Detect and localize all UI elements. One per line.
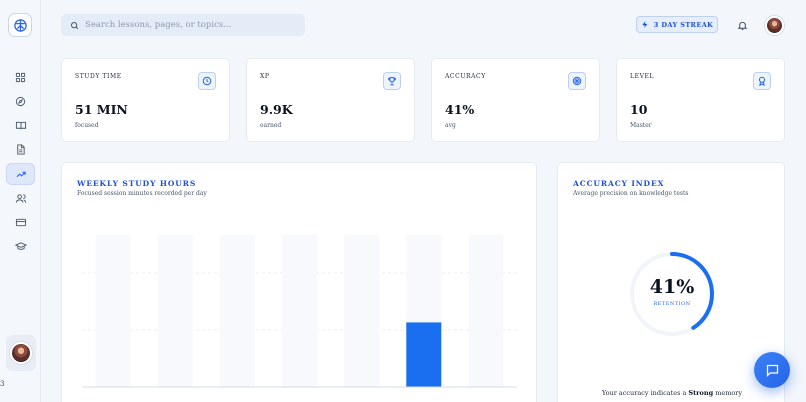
target-icon: [568, 72, 586, 90]
note-suffix: memory: [713, 389, 743, 397]
bar-track: [468, 235, 504, 387]
bar-track: [219, 235, 255, 387]
avatar: [10, 342, 32, 364]
note-prefix: Your accuracy indicates a: [601, 389, 689, 397]
sidebar-item-billing[interactable]: [6, 211, 35, 233]
stat-card-study-time: STUDY TIME 51 MIN focused: [61, 58, 230, 142]
stat-sub: avg: [445, 122, 456, 129]
sidebar-item-dashboard[interactable]: [6, 66, 35, 88]
stat-card-level: LEVEL 10 Master: [616, 58, 785, 142]
credit-card-icon: [15, 218, 26, 226]
book-icon: [15, 121, 26, 129]
ring-label: RETENTION: [653, 301, 691, 307]
clock-icon: [198, 72, 216, 90]
sidebar-item-explore[interactable]: [6, 90, 35, 112]
award-icon: [753, 72, 771, 90]
edge-glyph: 3: [0, 380, 5, 388]
sidebar-profile[interactable]: [6, 335, 36, 371]
graduation-cap-icon: [14, 241, 27, 250]
bar[interactable]: [406, 322, 442, 387]
trending-icon: [16, 171, 26, 177]
search-bar[interactable]: [61, 14, 305, 36]
panel-subtitle: Average precision on knowledge tests: [573, 190, 689, 197]
panel-title: ACCURACY INDEX: [573, 179, 665, 188]
streak-badge[interactable]: 3 DAY STREAK: [636, 16, 718, 33]
search-input[interactable]: [85, 20, 285, 30]
stat-sub: focused: [75, 122, 99, 129]
sidebar-item-documents[interactable]: [6, 138, 35, 160]
stat-value: 51 MIN: [75, 102, 128, 117]
accuracy-ring: 41% RETENTION: [628, 250, 716, 338]
document-icon: [17, 143, 25, 155]
bar-track: [95, 235, 131, 387]
sidebar-item-community[interactable]: [6, 187, 35, 209]
stat-label: STUDY TIME: [75, 73, 122, 80]
stat-sub: Master: [630, 122, 652, 129]
dashboard-grid-icon: [15, 72, 26, 82]
note-strong: Strong: [688, 389, 714, 397]
ring-value: 41%: [649, 276, 695, 298]
weekly-study-panel: WEEKLY STUDY HOURS Focused session minut…: [61, 162, 537, 402]
accuracy-note: Your accuracy indicates a Strong memory: [558, 389, 786, 397]
sidebar-item-courses[interactable]: [6, 235, 35, 257]
chat-button[interactable]: [754, 352, 790, 388]
stat-label: LEVEL: [630, 73, 655, 80]
bell-icon: [737, 21, 747, 30]
bar-track: [344, 235, 380, 387]
app-logo[interactable]: [8, 13, 32, 37]
streak-label: 3 DAY STREAK: [653, 20, 714, 29]
user-avatar[interactable]: [765, 16, 784, 35]
accuracy-index-panel: ACCURACY INDEX Average precision on know…: [557, 162, 785, 402]
stat-value: 10: [630, 102, 648, 117]
stat-sub: earned: [260, 122, 282, 129]
compass-icon: [15, 96, 26, 106]
stat-label: ACCURACY: [445, 73, 486, 80]
stat-value: 41%: [445, 102, 475, 117]
bar-track: [157, 235, 193, 387]
weekly-bar-chart: [82, 235, 517, 388]
logo-icon: [13, 18, 27, 32]
bar-track: [282, 235, 317, 387]
search-icon: [71, 21, 79, 29]
stat-label: XP: [260, 73, 270, 80]
users-icon: [15, 193, 26, 203]
notifications-button[interactable]: [734, 17, 750, 33]
trophy-icon: [383, 72, 401, 90]
chat-bubble-icon: [766, 364, 778, 377]
sidebar-item-progress[interactable]: [6, 163, 35, 185]
sidebar-item-library[interactable]: [6, 114, 35, 136]
sidebar: [0, 0, 41, 402]
stat-card-accuracy: ACCURACY 41% avg: [431, 58, 600, 142]
lightning-icon: [642, 21, 648, 28]
stat-value: 9.9K: [260, 102, 293, 117]
stat-card-xp: XP 9.9K earned: [246, 58, 415, 142]
